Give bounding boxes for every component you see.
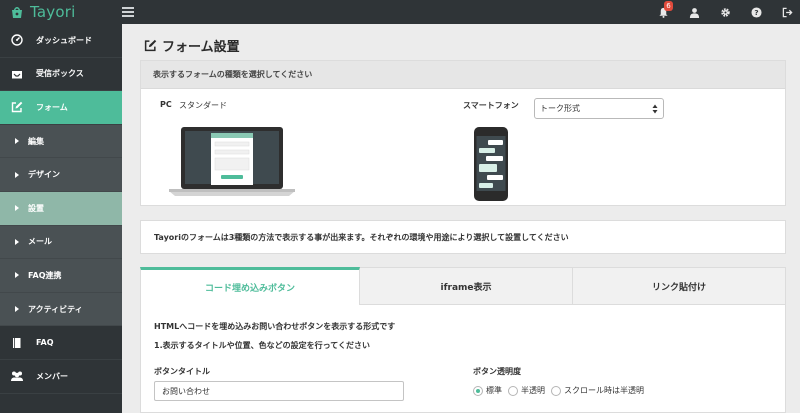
page-title-text: フォーム設置 [162, 40, 240, 55]
sidebar-item-members[interactable]: メンバー [0, 360, 122, 394]
svg-text:?: ? [754, 8, 758, 17]
sidebar-item-faq[interactable]: FAQ [0, 326, 122, 360]
sidebar-subitem-mail[interactable]: メール [0, 225, 122, 260]
panel-step-1: 1.表示するタイトルや位置、色などの設定を行ってください [154, 341, 370, 350]
pc-form-preview-image [169, 127, 295, 196]
opacity-option-standard[interactable]: 標準 [473, 385, 502, 396]
notification-badge: 6 [664, 1, 673, 11]
inbox-icon [10, 67, 24, 81]
tab-code-embed-button[interactable]: コード埋め込みボタン [140, 267, 360, 305]
logo[interactable]: Tayori [0, 0, 122, 24]
sidebar-subitem-label: メール [28, 237, 52, 247]
radio-label: スクロール時は半透明 [564, 386, 644, 395]
faq-book-icon [10, 336, 24, 350]
sidebar-subitem-label: 設置 [28, 203, 44, 213]
top-bar: Tayori 6 ? [0, 0, 800, 24]
pc-form-type-value: スタンダード [179, 101, 227, 110]
caret-right-icon [15, 171, 19, 178]
radio-label: 半透明 [521, 386, 545, 395]
help-icon[interactable]: ? [749, 5, 763, 19]
sidebar-item-label: フォーム [36, 102, 68, 112]
tayori-logo-icon [12, 7, 22, 18]
opacity-option-semitransparent[interactable]: 半透明 [508, 385, 545, 396]
caret-right-icon [15, 138, 19, 145]
sidebar-item-label: 受信ボックス [36, 69, 84, 79]
embed-method-tabs: コード埋め込みボタン iframe表示 リンク貼付け [140, 267, 786, 305]
caret-right-icon [15, 238, 19, 245]
sidebar-subitem-label: 編集 [28, 136, 44, 146]
sidebar-subitem-edit[interactable]: 編集 [0, 124, 122, 159]
sidebar-item-label: メンバー [36, 371, 68, 381]
sidebar-item-form[interactable]: フォーム [0, 91, 122, 125]
sidebar-subitem-label: アクティビティ [28, 304, 83, 314]
app-name: Tayori [30, 3, 76, 21]
form-edit-icon [10, 100, 24, 114]
dashboard-icon [10, 33, 24, 47]
select-arrows-icon [652, 104, 658, 114]
sidebar-subitem-label: FAQ連携 [28, 270, 62, 280]
smartphone-label: スマートフォン [463, 101, 519, 110]
tab-link-paste[interactable]: リンク貼付け [573, 267, 786, 305]
smartphone-form-type-select[interactable]: トーク形式 [534, 98, 664, 119]
sidebar-subitem-activity[interactable]: アクティビティ [0, 292, 122, 327]
form-edit-icon [144, 39, 157, 52]
main-content: フォーム設置 表示するフォームの種類を選択してください PC スタンダード スマ… [122, 24, 800, 413]
sidebar: ダッシュボード 受信ボックス フォーム 編集 デザイン 設置 メール FAQ連携… [0, 24, 122, 413]
sidebar-item-dashboard[interactable]: ダッシュボード [0, 24, 122, 58]
code-embed-panel: HTMLへコードを埋め込みお問い合わせボタンを表示する形式です 1.表示するタイ… [140, 305, 786, 413]
radio-unselected-icon [551, 385, 561, 396]
logout-icon[interactable] [780, 5, 794, 19]
page-title: フォーム設置 [144, 36, 240, 55]
radio-label: 標準 [486, 386, 502, 395]
settings-gear-icon[interactable] [718, 5, 732, 19]
smartphone-talk-preview-image [474, 127, 508, 201]
opacity-option-semitransparent-on-scroll[interactable]: スクロール時は半透明 [551, 385, 644, 396]
sidebar-subitem-faq-link[interactable]: FAQ連携 [0, 259, 122, 293]
members-icon [10, 369, 24, 383]
sidebar-item-label: FAQ [36, 338, 54, 348]
radio-selected-icon [473, 385, 483, 396]
sidebar-subitem-label: デザイン [28, 170, 60, 180]
caret-right-icon [15, 306, 19, 313]
radio-unselected-icon [508, 385, 518, 396]
button-title-label: ボタンタイトル [154, 367, 210, 376]
select-value: トーク形式 [540, 104, 580, 113]
form-type-card: 表示するフォームの種類を選択してください PC スタンダード スマートフォン ト… [140, 60, 786, 206]
panel-description: HTMLへコードを埋め込みお問い合わせボタンを表示する形式です [154, 322, 396, 331]
button-title-input[interactable] [154, 381, 404, 401]
notification-bell-icon[interactable]: 6 [656, 1, 673, 19]
sidebar-item-label: ダッシュボード [36, 35, 92, 45]
pc-label: PC [160, 100, 172, 109]
user-profile-icon[interactable] [687, 5, 701, 19]
menu-toggle-icon[interactable] [122, 7, 134, 17]
sidebar-subitem-install[interactable]: 設置 [0, 191, 122, 226]
button-opacity-label: ボタン透明度 [473, 367, 521, 376]
sidebar-item-inbox[interactable]: 受信ボックス [0, 58, 122, 92]
info-message: Tayoriのフォームは3種類の方法で表示する事が出来ます。それぞれの環境や用途… [140, 220, 786, 254]
form-type-heading: 表示するフォームの種類を選択してください [141, 61, 785, 89]
caret-right-icon [15, 205, 19, 212]
tab-iframe[interactable]: iframe表示 [360, 267, 573, 305]
button-opacity-radio-group: 標準 半透明 スクロール時は半透明 [473, 385, 650, 396]
caret-right-icon [15, 272, 19, 279]
sidebar-subitem-design[interactable]: デザイン [0, 158, 122, 192]
